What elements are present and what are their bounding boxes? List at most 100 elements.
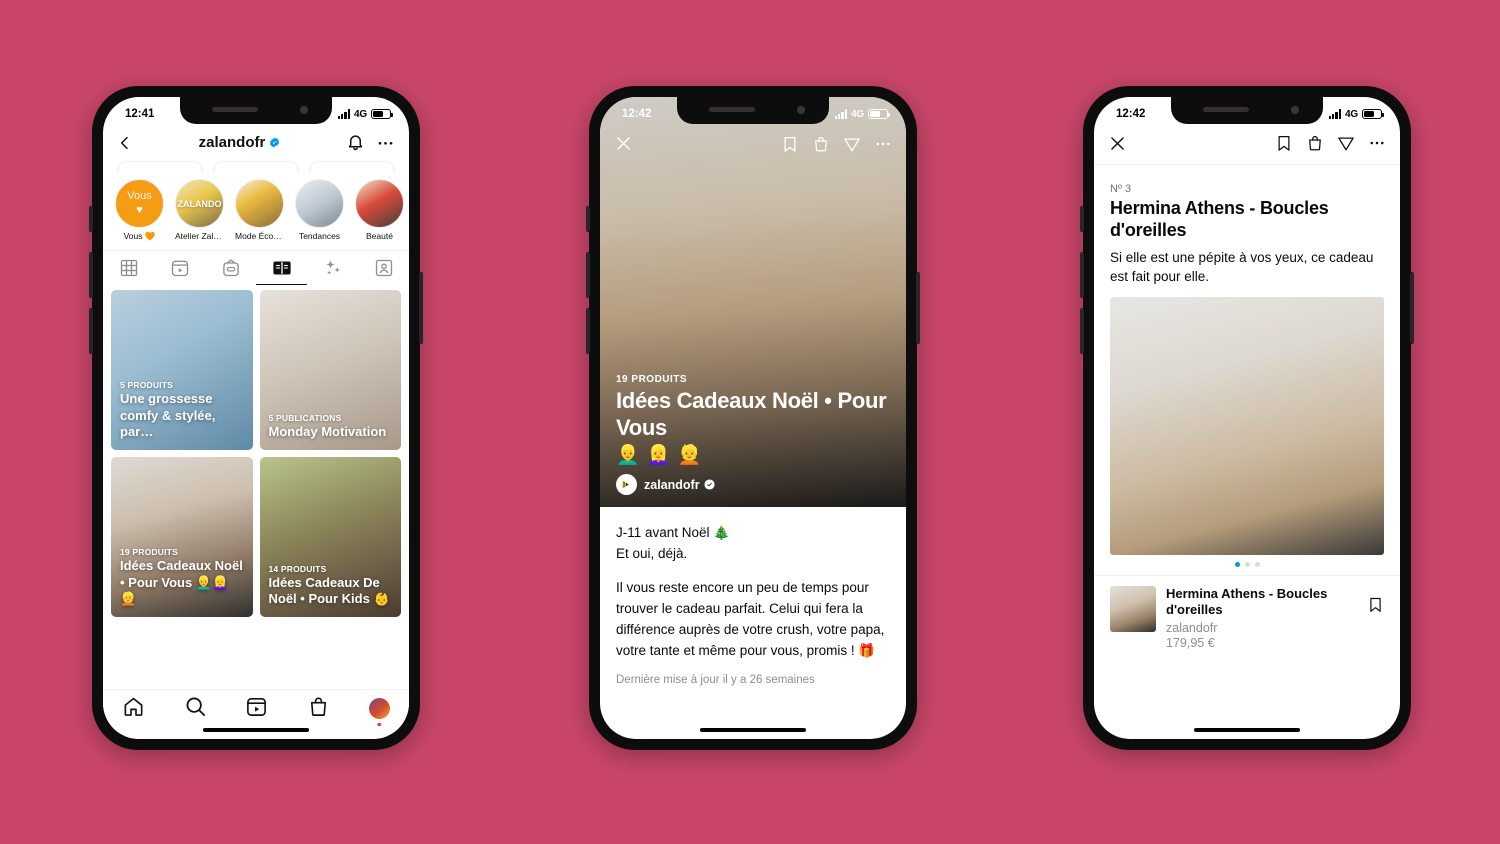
guide-card[interactable]: 14 PRODUITS Idées Cadeaux De Noël • Pour… xyxy=(259,457,401,617)
verified-badge-icon xyxy=(704,479,715,490)
phone-3-screen: 12:42 4G Nº 3 Hermina Athens - Boucles d… xyxy=(1094,97,1400,739)
profile-username: zalandofr xyxy=(198,134,266,151)
status-indicators: 4G xyxy=(834,109,891,120)
home-indicator xyxy=(1194,727,1300,732)
more-horizontal-icon[interactable] xyxy=(376,133,395,152)
highlight-item-vous[interactable]: Vous ♥ Vous 🧡 xyxy=(115,179,164,242)
guide-actions xyxy=(781,135,892,158)
highlight-cover xyxy=(295,179,344,228)
phone-3: 12:42 4G Nº 3 Hermina Athens - Boucles d… xyxy=(1080,86,1414,750)
phone-1: 12:41 4G zalandofr Vous ♥ Vous 🧡 ZALANDO… xyxy=(89,86,423,750)
shop-bag-icon[interactable] xyxy=(812,135,830,158)
highlight-item-tendances[interactable]: Tendances xyxy=(295,179,344,242)
more-horizontal-icon[interactable] xyxy=(1368,134,1386,157)
status-time: 12:42 xyxy=(622,108,652,120)
search-icon[interactable] xyxy=(184,695,207,723)
mute-switch[interactable] xyxy=(586,206,590,232)
bell-icon[interactable] xyxy=(346,133,365,152)
power-button[interactable] xyxy=(916,272,920,344)
front-camera xyxy=(300,106,308,114)
guide-topbar xyxy=(1094,127,1400,165)
carousel-dot[interactable] xyxy=(1244,562,1250,568)
verified-badge-icon xyxy=(270,137,280,148)
guide-emojis: 👱‍♂️ 👱‍♀️ 👱 xyxy=(616,445,703,466)
phone-1-screen: 12:41 4G zalandofr Vous ♥ Vous 🧡 ZALANDO… xyxy=(103,97,409,739)
mute-switch[interactable] xyxy=(1080,206,1084,232)
highlight-label: Beauté xyxy=(366,231,393,241)
highlight-label: Atelier Zala... xyxy=(175,231,224,241)
product-card[interactable]: Hermina Athens - Boucles d'oreilles zala… xyxy=(1094,575,1400,650)
tab-reels[interactable] xyxy=(154,251,205,285)
more-horizontal-icon[interactable] xyxy=(874,135,892,158)
power-button[interactable] xyxy=(1410,272,1414,344)
bookmark-icon[interactable] xyxy=(1275,134,1293,157)
product-thumbnail xyxy=(1110,586,1156,633)
guide-kicker: 5 PUBLICATIONS xyxy=(268,413,342,424)
send-icon[interactable] xyxy=(843,135,861,158)
profile-avatar[interactable] xyxy=(368,698,390,726)
guide-updated-label: Dernière mise à jour il y a 26 semaines xyxy=(616,673,815,686)
entry-description: Si elle est une pépite à vos yeux, ce ca… xyxy=(1110,249,1374,285)
highlight-cover-label: Vous xyxy=(127,190,152,202)
signal-icon xyxy=(1328,109,1342,119)
author-username: zalandofr xyxy=(644,477,700,492)
notch xyxy=(180,97,332,124)
network-label: 4G xyxy=(1345,108,1358,120)
highlight-cover xyxy=(235,179,284,228)
guide-card[interactable]: 19 PRODUITS Idées Cadeaux Noël • Pour Vo… xyxy=(111,457,253,617)
signal-icon xyxy=(834,109,848,119)
scene: 12:41 4G zalandofr Vous ♥ Vous 🧡 ZALANDO… xyxy=(0,0,1500,844)
highlight-item-mode-eco[interactable]: Mode Éco ♻️ xyxy=(235,179,284,242)
guide-kicker: 19 PRODUITS xyxy=(120,547,178,558)
power-button[interactable] xyxy=(419,272,423,344)
tab-guides[interactable] xyxy=(256,251,307,285)
author-name-row: zalandofr xyxy=(644,478,715,492)
carousel-dot[interactable] xyxy=(1234,562,1240,568)
guide-actions xyxy=(1275,134,1386,157)
volume-down-button[interactable] xyxy=(89,308,93,354)
guide-title: Idées Cadeaux Noël • Pour Vous xyxy=(616,388,887,440)
shop-bag-icon[interactable] xyxy=(1306,134,1324,157)
mute-switch[interactable] xyxy=(89,206,93,232)
guide-body-line1: J-11 avant Noël 🎄 xyxy=(616,525,731,540)
product-photo[interactable] xyxy=(1110,297,1384,556)
home-indicator xyxy=(700,727,806,732)
guide-card[interactable]: 5 PRODUITS Une grossesse comfy & stylée,… xyxy=(111,290,253,450)
bookmark-icon[interactable] xyxy=(1367,586,1384,618)
profile-header: zalandofr xyxy=(103,127,409,161)
home-indicator xyxy=(203,727,309,732)
close-icon[interactable] xyxy=(1108,134,1127,158)
volume-down-button[interactable] xyxy=(1080,308,1084,354)
tab-grid[interactable] xyxy=(103,251,154,285)
tab-igtv[interactable] xyxy=(205,251,256,285)
home-icon[interactable] xyxy=(122,695,145,723)
guide-author[interactable]: zalandofr xyxy=(616,474,890,495)
bookmark-icon[interactable] xyxy=(781,135,799,158)
highlight-item-beaute[interactable]: Beauté xyxy=(355,179,404,242)
reels-icon[interactable] xyxy=(245,695,268,723)
chevron-left-icon[interactable] xyxy=(117,135,133,151)
guide-card[interactable]: 5 PUBLICATIONS Monday Motivation xyxy=(259,290,401,450)
highlight-item-atelier[interactable]: ZALANDO Atelier Zala... xyxy=(175,179,224,242)
story-highlights: Vous ♥ Vous 🧡 ZALANDO Atelier Zala... Mo… xyxy=(103,173,409,246)
heart-icon: ♥ xyxy=(136,204,143,216)
guide-body: J-11 avant Noël 🎄 Et oui, déjà. Il vous … xyxy=(600,507,906,662)
close-icon[interactable] xyxy=(614,134,633,158)
battery-icon xyxy=(371,108,394,120)
send-icon[interactable] xyxy=(1337,134,1355,157)
volume-up-button[interactable] xyxy=(586,252,590,298)
volume-up-button[interactable] xyxy=(89,252,93,298)
tab-tagged[interactable] xyxy=(358,251,409,285)
volume-down-button[interactable] xyxy=(586,308,590,354)
tab-sparkles[interactable] xyxy=(307,251,358,285)
carousel-dot[interactable] xyxy=(1254,562,1260,568)
product-brand: zalandofr xyxy=(1166,620,1218,635)
status-indicators: 4G xyxy=(1328,108,1385,120)
product-info: Hermina Athens - Boucles d'oreilles zala… xyxy=(1166,586,1357,650)
shop-bag-icon[interactable] xyxy=(307,695,330,723)
volume-up-button[interactable] xyxy=(1080,252,1084,298)
guide-title: Une grossesse comfy & stylée, par… xyxy=(120,391,216,440)
status-time: 12:42 xyxy=(1116,108,1146,120)
product-name: Hermina Athens - Boucles d'oreilles xyxy=(1166,586,1328,618)
page-title: zalandofr xyxy=(133,134,346,151)
